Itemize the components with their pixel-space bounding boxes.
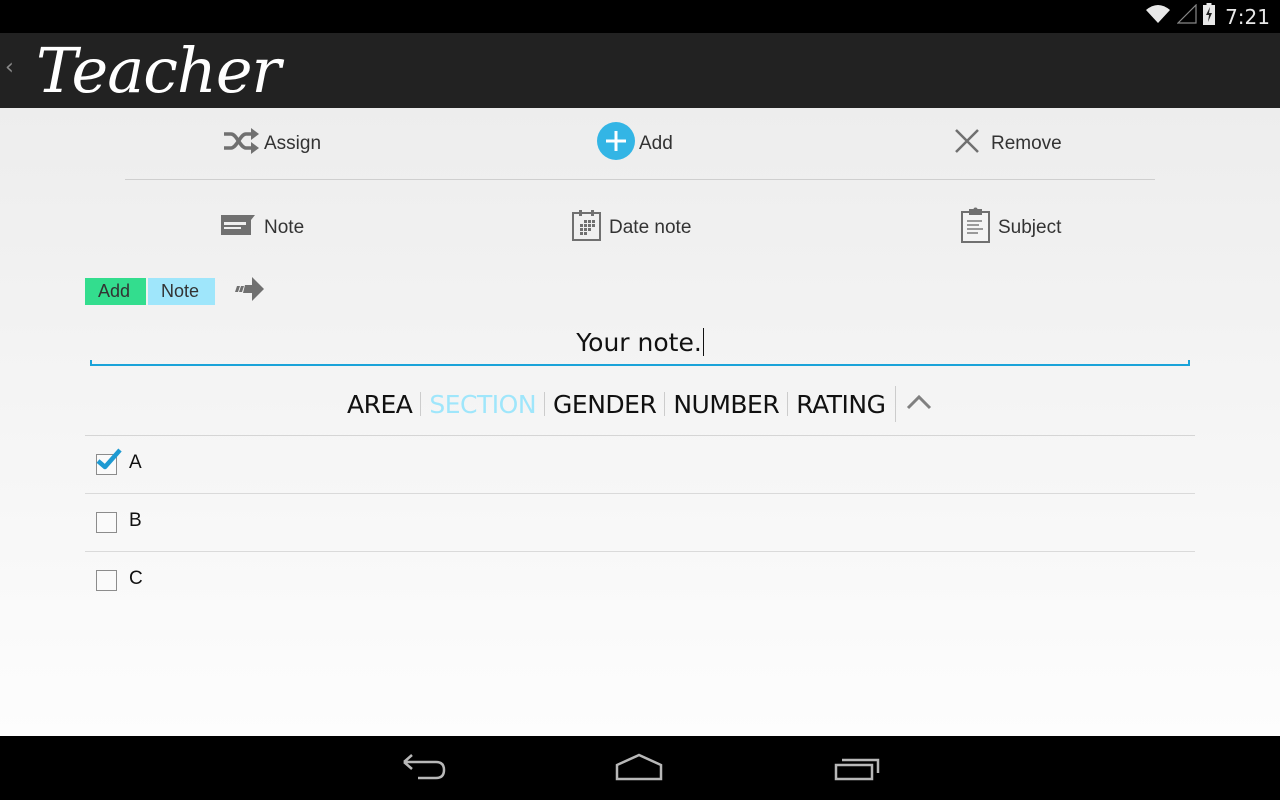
filter-tab-rating[interactable]: RATING	[788, 390, 893, 419]
checkbox[interactable]	[96, 570, 117, 591]
assign-button[interactable]: Assign	[222, 108, 321, 179]
filter-tab-gender[interactable]: GENDER	[545, 390, 664, 419]
recent-apps-icon[interactable]	[832, 752, 882, 789]
list-item[interactable]: B	[85, 494, 1195, 552]
date-note-button[interactable]: Date note	[571, 193, 691, 263]
mode-tag[interactable]: Add	[85, 278, 146, 305]
add-label: Add	[639, 132, 673, 154]
remove-button[interactable]: Remove	[953, 108, 1062, 179]
chevron-up-icon[interactable]	[906, 394, 932, 415]
calendar-icon	[571, 209, 603, 247]
battery-charging-icon	[1203, 3, 1216, 30]
clipboard-icon	[961, 207, 991, 249]
note-label: Note	[264, 217, 305, 238]
actions-row-primary: Assign Add Remove	[125, 108, 1155, 180]
actions-row-secondary: Note Date note Subject	[125, 193, 1155, 263]
type-tag[interactable]: Note	[148, 278, 215, 305]
list-item-label: B	[129, 510, 142, 531]
app-title[interactable]: Teacher	[36, 33, 281, 108]
chevron-left-icon[interactable]: ‹	[5, 55, 14, 80]
list-item[interactable]: A	[85, 436, 1195, 494]
text-caret	[702, 328, 704, 356]
filter-tab-number[interactable]: NUMBER	[665, 390, 787, 419]
tag-bar: Add Note	[85, 276, 265, 307]
remove-label: Remove	[991, 132, 1062, 154]
filter-bar: AREA SECTION GENDER NUMBER RATING	[85, 376, 1195, 436]
checkbox-checked[interactable]	[96, 448, 122, 475]
note-button[interactable]: Note	[221, 193, 304, 263]
shuffle-icon	[222, 126, 260, 162]
list-item-label: C	[129, 568, 143, 589]
status-bar: 7:21	[0, 0, 1280, 33]
arrow-right-icon[interactable]	[233, 276, 265, 307]
note-input[interactable]: Your note.	[90, 322, 1190, 366]
content-area: Assign Add Remove Note Date note Subject…	[0, 108, 1280, 736]
home-icon[interactable]	[614, 752, 664, 789]
section-list: A B C	[85, 436, 1195, 609]
assign-label: Assign	[264, 132, 322, 154]
note-input-value: Your note.	[576, 328, 702, 357]
list-item-label: A	[129, 452, 142, 473]
wifi-icon	[1145, 4, 1171, 29]
list-item[interactable]: C	[85, 552, 1195, 609]
divider	[895, 386, 897, 422]
add-button[interactable]: Add	[597, 108, 673, 179]
filter-tab-area[interactable]: AREA	[339, 390, 420, 419]
close-icon	[953, 127, 981, 161]
clock: 7:21	[1225, 4, 1270, 29]
back-icon[interactable]	[400, 752, 448, 789]
note-input-underline	[90, 360, 1190, 366]
subject-button[interactable]: Subject	[961, 193, 1061, 263]
status-icons: 7:21	[1145, 3, 1270, 30]
filter-tabs: AREA SECTION GENDER NUMBER RATING	[339, 384, 932, 424]
subject-label: Subject	[998, 217, 1062, 238]
date-note-label: Date note	[609, 217, 692, 238]
navigation-bar	[0, 736, 1280, 800]
action-bar: ‹ Teacher	[0, 33, 1280, 108]
checkbox[interactable]	[96, 512, 117, 533]
filter-tab-section[interactable]: SECTION	[421, 390, 544, 419]
note-icon	[221, 213, 257, 243]
plus-circle-icon	[597, 121, 635, 166]
cell-signal-icon	[1176, 3, 1197, 29]
